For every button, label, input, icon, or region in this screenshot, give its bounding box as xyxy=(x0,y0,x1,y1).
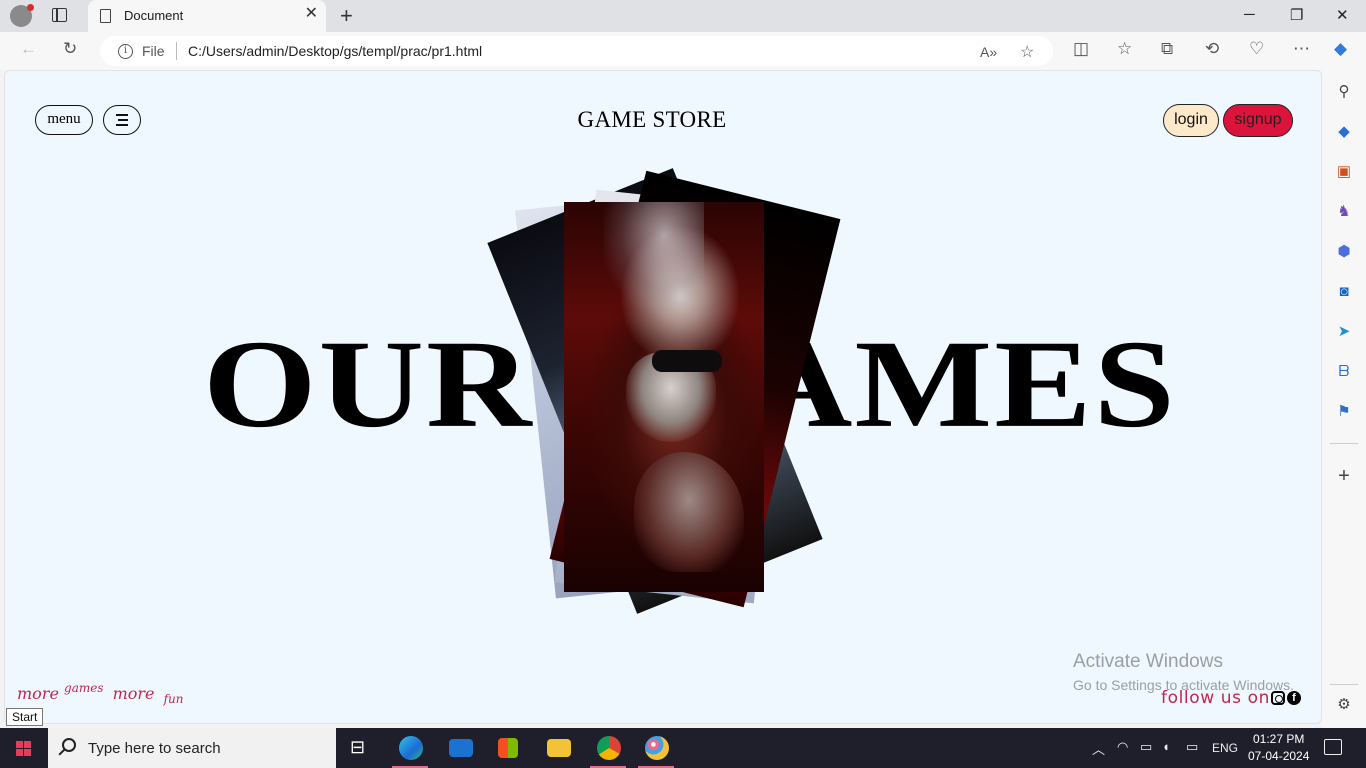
favorite-star-icon[interactable]: ☆ xyxy=(1020,42,1034,62)
browser-tab-strip: Document ✕ + ─ ❐ ✕ xyxy=(0,0,1366,32)
start-tooltip: Start xyxy=(6,708,44,726)
back-icon[interactable]: ← xyxy=(20,40,37,57)
document-icon xyxy=(100,9,111,23)
restore-icon[interactable]: ❐ xyxy=(1290,6,1303,24)
taskbar-clock[interactable]: 01:27 PM 07-04-2024 xyxy=(1248,731,1309,765)
address-separator xyxy=(176,42,177,60)
language-indicator[interactable]: ENG xyxy=(1212,741,1238,755)
sidebar-settings-icon[interactable]: ⚙ xyxy=(1334,695,1354,715)
tagline: more games more fun xyxy=(17,681,184,706)
address-scheme-label: File xyxy=(142,43,165,59)
sidebar-bing-icon[interactable]: ᗷ xyxy=(1334,362,1354,382)
taskbar-app-mail[interactable] xyxy=(436,728,484,768)
hero-title-left: OUR xyxy=(203,314,534,454)
follow-us-text: follow us on xyxy=(1161,688,1270,708)
info-icon[interactable]: i xyxy=(118,44,133,59)
windows-taskbar: Type here to search ⊟ ︿ ◠ ▭ ◖ ▭ ENG 01:2… xyxy=(0,728,1366,768)
clock-time: 01:27 PM xyxy=(1253,732,1305,746)
search-placeholder: Type here to search xyxy=(88,740,221,757)
sidebar-telegram-icon[interactable]: ➤ xyxy=(1334,322,1354,342)
tray-overflow-icon[interactable]: ︿ xyxy=(1092,739,1105,758)
search-icon xyxy=(62,738,76,752)
new-tab-button[interactable]: + xyxy=(340,3,353,29)
edge-sidebar: ⚲ ◆ ▣ ♞ ⬢ ◙ ➤ ᗷ ⚑ + ⚙ xyxy=(1322,70,1366,728)
sidebar-outlook-icon[interactable]: ◙ xyxy=(1334,282,1354,302)
edge-icon xyxy=(399,736,423,760)
more-options-icon[interactable]: ⋯ xyxy=(1293,40,1310,57)
refresh-icon[interactable]: ↻ xyxy=(63,40,77,57)
sidebar-divider xyxy=(1330,684,1358,685)
history-icon[interactable]: ⟲ xyxy=(1205,40,1219,57)
sidebar-copilot-icon[interactable]: ⬢ xyxy=(1334,242,1354,262)
browser-toolbar: ← ↻ i File C:/Users/admin/Desktop/gs/tem… xyxy=(0,32,1366,70)
sidebar-search-icon[interactable]: ⚲ xyxy=(1334,82,1354,102)
sidebar-divider xyxy=(1330,443,1358,444)
login-button[interactable]: login xyxy=(1163,104,1219,137)
performance-icon[interactable]: ♡ xyxy=(1249,40,1264,57)
taskbar-app-store[interactable] xyxy=(484,728,532,768)
mail-icon xyxy=(449,739,473,757)
read-aloud-icon[interactable]: A» xyxy=(980,44,997,60)
wifi-icon[interactable]: ◠ xyxy=(1117,739,1128,755)
url-text[interactable]: C:/Users/admin/Desktop/gs/templ/prac/pr1… xyxy=(188,43,482,59)
watermark-title: Activate Windows xyxy=(1073,651,1223,672)
taskbar-app-paint[interactable] xyxy=(632,728,680,768)
profile-avatar[interactable] xyxy=(10,4,34,27)
tagline-word: fun xyxy=(163,692,184,706)
instagram-icon[interactable] xyxy=(1271,691,1285,705)
split-screen-icon[interactable]: ◫ xyxy=(1073,40,1089,57)
store-icon xyxy=(498,738,518,758)
signup-button[interactable]: signup xyxy=(1223,104,1293,137)
address-bar[interactable]: i File C:/Users/admin/Desktop/gs/templ/p… xyxy=(100,36,1053,66)
close-window-icon[interactable]: ✕ xyxy=(1336,6,1349,24)
tagline-word: more xyxy=(112,684,155,703)
favorites-icon[interactable]: ☆ xyxy=(1117,40,1132,57)
card-art-hair xyxy=(604,202,704,312)
device-icon[interactable]: ▭ xyxy=(1140,739,1152,755)
notifications-icon[interactable] xyxy=(1324,739,1342,755)
sidebar-drop-icon[interactable]: ⚑ xyxy=(1334,402,1354,422)
card-art-hand xyxy=(634,452,744,572)
sidebar-add-icon[interactable]: + xyxy=(1334,466,1354,486)
sidebar-shopping-icon[interactable]: ◆ xyxy=(1334,122,1354,142)
page-viewport: menu GAME STORE login signup OUR AMES mo… xyxy=(4,70,1322,724)
sidebar-tools-icon[interactable]: ▣ xyxy=(1334,162,1354,182)
browser-tab[interactable]: Document ✕ xyxy=(88,0,326,32)
folder-icon xyxy=(547,739,571,757)
card-art-goggles xyxy=(652,350,722,372)
start-button[interactable] xyxy=(0,728,48,768)
taskbar-app-edge[interactable] xyxy=(386,728,434,768)
store-title: GAME STORE xyxy=(577,107,727,132)
tab-title: Document xyxy=(124,8,184,23)
collections-icon[interactable]: ⧉ xyxy=(1161,40,1173,57)
paint-icon xyxy=(645,736,669,760)
tab-close-icon[interactable]: ✕ xyxy=(305,6,318,22)
tagline-word: more xyxy=(17,684,59,703)
volume-icon[interactable]: ◖ xyxy=(1162,739,1170,754)
task-view-icon: ⊟ xyxy=(350,737,366,757)
taskbar-app-chrome[interactable] xyxy=(584,728,632,768)
chrome-icon xyxy=(597,736,621,760)
task-view-button[interactable]: ⊟ xyxy=(336,728,384,768)
tagline-word: games xyxy=(64,681,104,695)
tab-actions-icon[interactable] xyxy=(52,8,67,22)
activate-windows-watermark: Activate Windows Go to Settings to activ… xyxy=(1073,651,1294,693)
sidebar-games-icon[interactable]: ♞ xyxy=(1334,202,1354,222)
battery-icon[interactable]: ▭ xyxy=(1186,739,1198,755)
minimize-icon[interactable]: ─ xyxy=(1244,6,1255,23)
featured-game-card[interactable] xyxy=(564,202,764,592)
hero-title-right: AMES xyxy=(747,314,1177,454)
facebook-icon[interactable]: f xyxy=(1287,691,1301,705)
copilot-icon[interactable]: ◆ xyxy=(1334,40,1347,57)
taskbar-search-box[interactable]: Type here to search xyxy=(48,728,336,768)
windows-logo-icon xyxy=(16,741,32,756)
taskbar-app-explorer[interactable] xyxy=(534,728,582,768)
clock-date: 07-04-2024 xyxy=(1248,749,1310,763)
